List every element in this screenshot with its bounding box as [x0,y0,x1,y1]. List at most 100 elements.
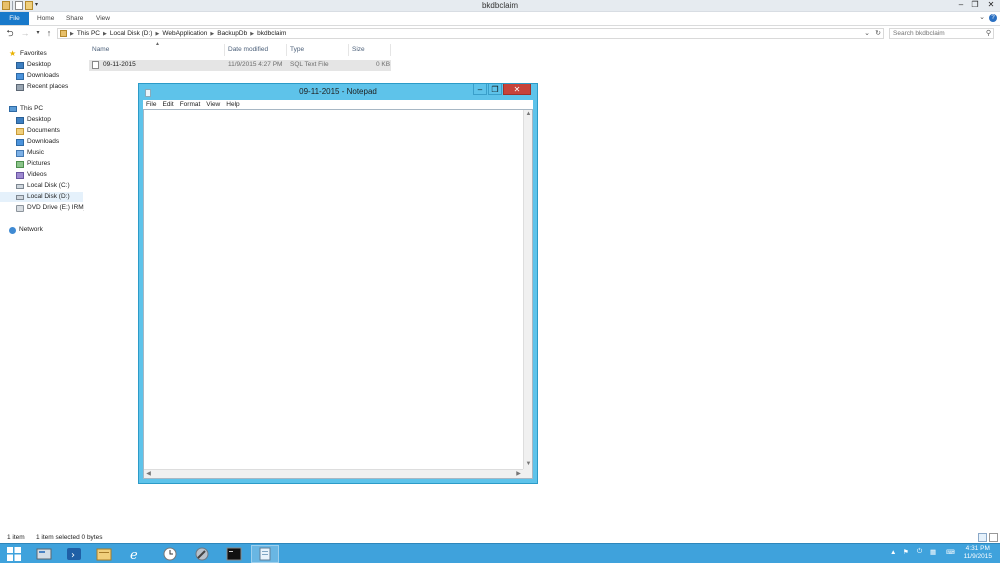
taskbar-internet-explorer[interactable]: e [122,545,150,563]
menu-edit[interactable]: Edit [159,100,176,109]
dvd-drive-icon [16,204,24,212]
tab-share[interactable]: Share [60,12,89,25]
nav-favorites-recent[interactable]: Recent places [16,82,68,92]
notepad-restore-button[interactable]: ❐ [488,84,502,95]
chevron-right-icon[interactable]: ▶ [155,31,159,37]
menu-file[interactable]: File [143,100,159,109]
breadcrumb-backupdb[interactable]: BackupDb [217,30,247,37]
taskbar-file-explorer[interactable] [90,545,118,563]
scroll-up-icon[interactable]: ▲ [524,110,533,119]
documents-icon [16,127,24,135]
nav-pc-local-disk-c[interactable]: Local Disk (C:) [16,181,70,191]
nav-pc-documents[interactable]: Documents [16,126,60,136]
nav-favorites-downloads[interactable]: Downloads [16,71,59,81]
nav-pc-local-disk-d[interactable]: Local Disk (D:) [0,192,83,202]
nav-pc-dvd-drive[interactable]: DVD Drive (E:) IRM_S [16,203,84,213]
scroll-left-icon[interactable]: ◀ [144,470,153,479]
flag-icon[interactable]: ⚑ [903,548,909,556]
recent-locations-icon[interactable]: ▾ [33,28,43,38]
navigation-pane: ★ Favorites Desktop Downloads Recent pla… [0,45,84,530]
windows-logo-icon [7,547,21,561]
search-icon[interactable]: ⚲ [986,29,991,37]
nav-pc-downloads[interactable]: Downloads [16,137,59,147]
search-input[interactable] [890,29,980,38]
close-button[interactable]: ✕ [982,0,1000,10]
desktop-icon [16,116,24,124]
wrench-icon [195,547,209,561]
column-header-type[interactable]: Type [287,44,349,56]
breadcrumb-bkdbclaim[interactable]: bkdbclaim [257,30,286,37]
menu-format[interactable]: Format [177,100,204,109]
file-explorer-icon [96,548,112,561]
power-icon[interactable]: ⏻ [917,548,922,556]
restore-button[interactable]: ❐ [968,0,982,10]
nav-pc-videos[interactable]: Videos [16,170,47,180]
column-header-size[interactable]: Size [349,44,391,56]
up-button[interactable]: ↑ [44,28,54,38]
tab-home[interactable]: Home [31,12,60,25]
drive-icon [16,183,24,189]
downloads-icon [16,72,24,80]
scroll-down-icon[interactable]: ▼ [524,460,533,469]
keyboard-icon[interactable]: ⌨ [946,549,955,556]
nav-label: Desktop [27,61,51,68]
chevron-right-icon[interactable]: ▶ [70,31,74,37]
column-header-date-modified[interactable]: Date modified [225,44,287,56]
taskbar-command-prompt[interactable] [220,545,248,563]
folder-icon [60,30,67,37]
breadcrumb-local-disk-d[interactable]: Local Disk (D:) [110,30,153,37]
nav-pc-pictures[interactable]: Pictures [16,159,50,169]
minimize-button[interactable]: – [954,0,968,10]
taskbar-powershell[interactable]: › [60,545,88,563]
help-icon[interactable]: ? [989,14,997,22]
nav-pc-music[interactable]: Music [16,148,44,158]
taskbar-clock[interactable]: 4:31 PM 11/9/2015 [964,545,992,561]
large-icons-view-button[interactable] [989,533,998,542]
table-row[interactable]: 09-11-2015 11/9/2015 4:27 PM SQL Text Fi… [89,60,391,71]
notepad-close-button[interactable]: ✕ [503,84,531,95]
details-view-button[interactable] [978,533,987,542]
notepad-text-editor[interactable] [144,110,523,469]
back-button[interactable]: ⮌ [5,28,15,38]
chevron-right-icon[interactable]: ▶ [210,31,214,37]
tab-view[interactable]: View [90,12,116,25]
expand-ribbon-icon[interactable]: ⌄ [979,13,985,21]
nav-network[interactable]: Network [9,225,43,235]
show-hidden-icons-icon[interactable]: ▲ [890,549,896,556]
network-tray-icon[interactable]: ▦ [930,548,936,556]
start-button[interactable] [1,545,27,563]
file-type: SQL Text File [290,61,329,68]
breadcrumb-webapplication[interactable]: WebApplication [162,30,207,37]
network-icon [9,226,16,234]
taskbar-notepad[interactable] [251,545,279,563]
menu-view[interactable]: View [203,100,223,109]
scroll-right-icon[interactable]: ▶ [514,470,523,479]
column-header-name[interactable]: Name [89,44,225,56]
chevron-right-icon[interactable]: ▶ [250,31,254,37]
breadcrumb-this-pc[interactable]: This PC [77,30,100,37]
nav-favorites[interactable]: ★ Favorites [9,49,47,59]
refresh-icon[interactable]: ↻ [875,29,881,37]
vertical-scrollbar[interactable]: ▲ ▼ [523,110,532,469]
nav-favorites-desktop[interactable]: Desktop [16,60,51,70]
chevron-down-icon[interactable]: ⌄ [864,29,870,37]
powershell-icon: › [67,548,81,561]
notepad-minimize-button[interactable]: – [473,84,487,95]
address-bar[interactable]: ▶ This PC ▶ Local Disk (D:) ▶ WebApplica… [57,28,884,39]
internet-explorer-icon: e [130,548,138,561]
taskbar-server-manager[interactable] [30,545,58,563]
forward-button[interactable]: → [20,28,30,38]
nav-this-pc[interactable]: This PC [9,104,43,114]
chevron-right-icon[interactable]: ▶ [103,31,107,37]
taskbar-clock-app[interactable] [156,545,184,563]
tab-file[interactable]: File [0,12,29,25]
taskbar-tool[interactable] [188,545,216,563]
file-date: 11/9/2015 4:27 PM [228,61,283,68]
nav-pc-desktop[interactable]: Desktop [16,115,51,125]
drive-icon [16,194,24,200]
pictures-icon [16,160,24,168]
recent-places-icon [16,83,24,91]
horizontal-scrollbar[interactable]: ◀ ▶ [144,469,523,478]
menu-help[interactable]: Help [223,100,242,109]
music-icon [16,149,24,157]
